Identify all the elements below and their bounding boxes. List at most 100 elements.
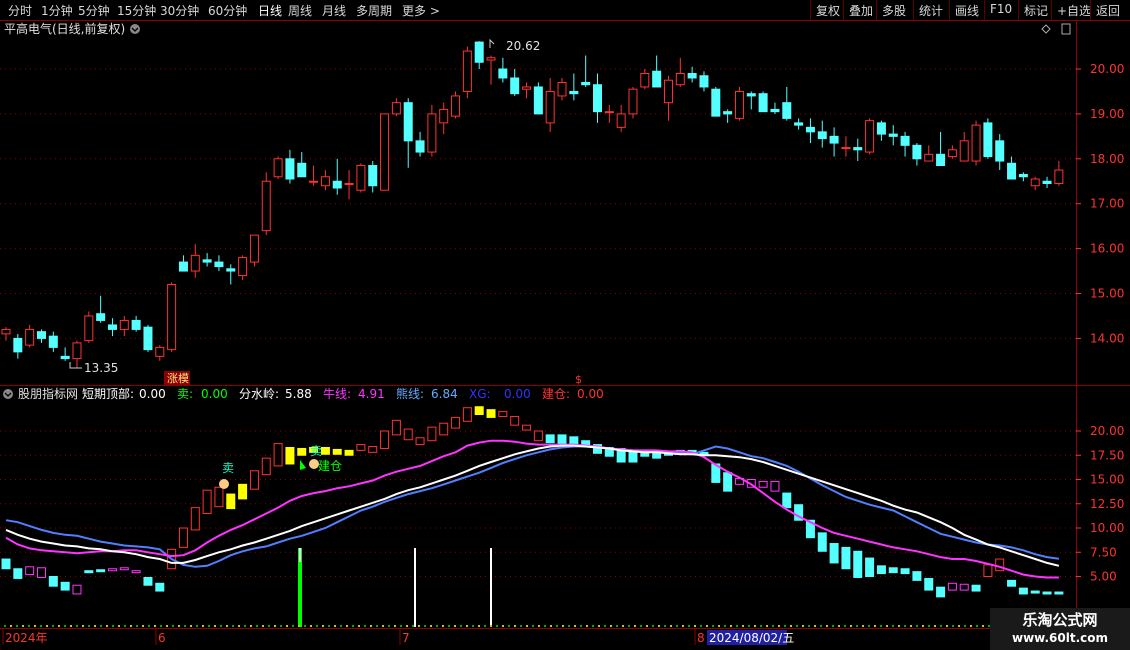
baseline-dot bbox=[46, 625, 48, 627]
ind-bar bbox=[356, 444, 366, 451]
baseline-dot bbox=[280, 625, 282, 627]
baseline-dot bbox=[688, 625, 690, 627]
baseline-dot bbox=[382, 625, 384, 627]
candle-body bbox=[96, 313, 106, 321]
ind-bar bbox=[770, 480, 780, 492]
baseline-dot bbox=[496, 625, 498, 627]
time-label: 7 bbox=[402, 631, 410, 645]
candle-body bbox=[273, 158, 283, 178]
baseline-dot bbox=[928, 625, 930, 627]
ind-bar bbox=[947, 582, 957, 591]
candle-body bbox=[1018, 174, 1028, 178]
sell-signal-label-2: 卖 bbox=[310, 444, 322, 458]
baseline-dot bbox=[778, 625, 780, 627]
baseline-dot bbox=[784, 625, 786, 627]
ind-bar bbox=[190, 507, 200, 531]
candle-body bbox=[663, 79, 673, 104]
baseline-dot bbox=[532, 625, 534, 627]
main-y-tick: 15.00 bbox=[1090, 287, 1124, 301]
candle-body bbox=[593, 84, 602, 113]
candle-body bbox=[380, 113, 390, 191]
candle-body bbox=[675, 72, 685, 86]
baseline-dot bbox=[154, 625, 156, 627]
dropdown-icon[interactable] bbox=[130, 24, 140, 34]
candle-body bbox=[48, 335, 58, 348]
candle-body bbox=[72, 342, 82, 360]
candle-body bbox=[439, 108, 449, 124]
diamond-icon[interactable] bbox=[1041, 24, 1051, 34]
baseline-dot bbox=[832, 625, 834, 627]
ind-bar bbox=[924, 577, 934, 591]
ind-bar bbox=[403, 428, 413, 441]
ind-bar bbox=[1030, 590, 1040, 594]
ind-y-tick: 15.00 bbox=[1090, 473, 1124, 487]
baseline-dot bbox=[94, 625, 96, 627]
baseline-dot bbox=[580, 625, 582, 627]
baseline-dot bbox=[934, 625, 936, 627]
baseline-dot bbox=[844, 625, 846, 627]
ind-param-value: 0.00 bbox=[201, 387, 228, 401]
candle-body bbox=[699, 75, 709, 88]
panel-toggle-icon[interactable] bbox=[1061, 23, 1071, 35]
candle-body bbox=[36, 331, 46, 339]
baseline-dot bbox=[4, 625, 6, 627]
candle-body bbox=[1007, 162, 1017, 180]
ind-param-label: 牛线: bbox=[323, 386, 351, 401]
candle-body bbox=[238, 257, 248, 277]
ind-bar bbox=[285, 446, 295, 465]
candle-body bbox=[167, 284, 177, 351]
candle-body bbox=[817, 131, 827, 140]
ind-bar bbox=[888, 567, 898, 574]
baseline-dot bbox=[100, 625, 102, 627]
ind-y-tick: 17.50 bbox=[1090, 448, 1124, 462]
baseline-dot bbox=[796, 625, 798, 627]
ind-bar bbox=[155, 582, 165, 592]
candle-body bbox=[522, 86, 532, 90]
baseline-dot bbox=[334, 625, 336, 627]
baseline-dot bbox=[190, 625, 192, 627]
baseline-dot bbox=[76, 625, 78, 627]
ind-bar bbox=[1042, 591, 1052, 595]
baseline-dot bbox=[262, 625, 264, 627]
baseline-dot bbox=[310, 625, 312, 627]
ind-bar bbox=[522, 424, 532, 431]
candle-body bbox=[131, 319, 141, 330]
candle-body bbox=[947, 149, 957, 158]
baseline-dot bbox=[736, 625, 738, 627]
baseline-dot bbox=[244, 625, 246, 627]
baseline-dot bbox=[652, 625, 654, 627]
main-y-tick: 14.00 bbox=[1090, 331, 1124, 345]
ind-param-value: 5.88 bbox=[285, 387, 312, 401]
baseline-dot bbox=[58, 625, 60, 627]
candle-body bbox=[794, 122, 804, 126]
ind-bar bbox=[273, 443, 283, 467]
candle-body bbox=[805, 126, 815, 133]
baseline-dot bbox=[178, 625, 180, 627]
candle-body bbox=[320, 176, 330, 187]
ind-dropdown-icon[interactable] bbox=[3, 389, 13, 399]
baseline-dot bbox=[592, 625, 594, 627]
ind-y-tick: 5.00 bbox=[1090, 570, 1117, 584]
baseline-dot bbox=[958, 625, 960, 627]
baseline-dot bbox=[910, 625, 912, 627]
candle-body bbox=[687, 72, 697, 79]
ind-bar bbox=[474, 406, 484, 416]
baseline-dot bbox=[466, 625, 468, 627]
low-marker-arrow bbox=[69, 362, 82, 369]
baseline-dot bbox=[370, 625, 372, 627]
ind-bar bbox=[817, 532, 827, 552]
ind-param-label: 短期顶部: bbox=[82, 386, 134, 401]
baseline-dot bbox=[136, 625, 138, 627]
ind-bar bbox=[545, 434, 555, 444]
ind-bar bbox=[202, 489, 212, 514]
dollar-tag: $ bbox=[575, 373, 582, 386]
candle-body bbox=[107, 324, 117, 330]
candle-body bbox=[652, 70, 662, 88]
ind-bar bbox=[119, 567, 129, 571]
ind-bar bbox=[107, 568, 117, 572]
build-signal-arrow bbox=[300, 460, 306, 470]
ind-bar bbox=[344, 449, 354, 456]
baseline-dot bbox=[508, 625, 510, 627]
candle-body bbox=[332, 180, 342, 189]
ind-bar bbox=[462, 407, 472, 422]
